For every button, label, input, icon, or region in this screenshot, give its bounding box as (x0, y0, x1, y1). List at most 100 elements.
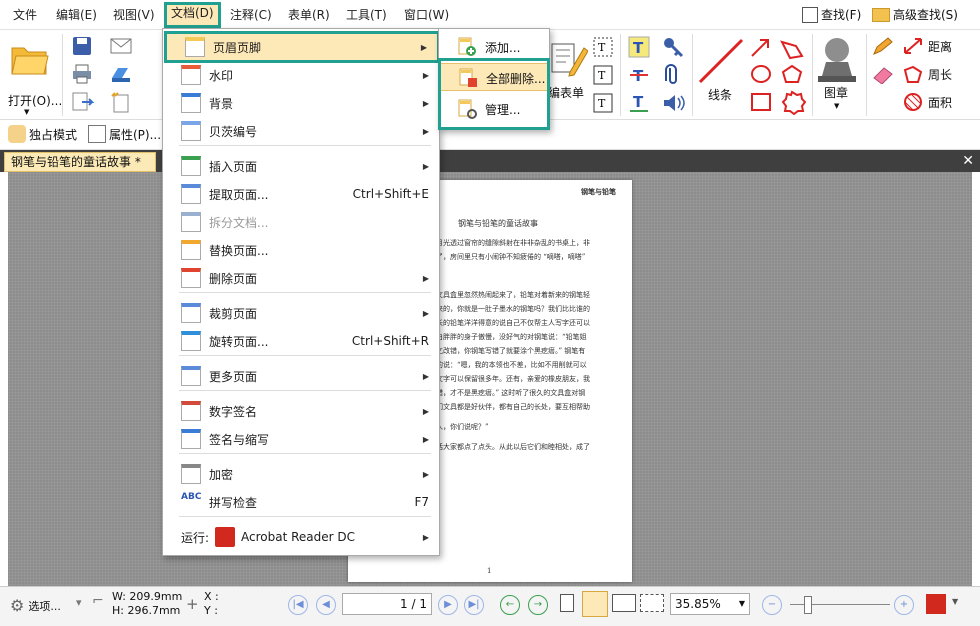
menu-item-signature-initials[interactable]: 签名与缩写 ▶ (163, 425, 439, 453)
continuous-page-icon[interactable] (582, 591, 608, 617)
area-icon[interactable] (902, 92, 924, 112)
menu-separator (179, 453, 431, 454)
stamp-icon[interactable] (812, 34, 862, 84)
page-number-input[interactable]: 1 / 1 (342, 593, 432, 615)
run-app-label: Acrobat Reader DC (241, 530, 355, 544)
submenu-add[interactable]: 添加... (439, 33, 549, 61)
zoom-slider-thumb[interactable] (804, 596, 812, 614)
page-text-line: 白胖胖的身子傲慢，没好气的对钢笔说：“铅笔姐 (436, 333, 587, 341)
eraser-icon[interactable] (872, 64, 894, 84)
cursor-x: X : (204, 590, 219, 603)
text-field-icon[interactable]: T (592, 36, 616, 58)
delete-page-icon (181, 268, 201, 288)
key-icon[interactable] (662, 36, 684, 58)
save-icon[interactable] (72, 36, 92, 56)
menu-separator (179, 292, 431, 293)
menu-form[interactable]: 表单(R) (283, 4, 335, 26)
menu-tools[interactable]: 工具(T) (341, 4, 392, 26)
document-menu: 页眉页脚 ▶ 水印 ▶ 背景 ▶ 贝茨编号 ▶ 插入页面 ▶ 提取页面... Ctrl+Shift+E… (162, 28, 440, 556)
sound-icon[interactable] (662, 92, 686, 114)
zoom-out-icon[interactable]: − (762, 595, 782, 615)
ribbon-divider (620, 34, 621, 116)
extract-page-icon (181, 184, 201, 204)
next-page-icon[interactable]: ▶ (438, 595, 458, 615)
menu-item-delete-pages[interactable]: 删除页面 ▶ (163, 264, 439, 292)
menu-file[interactable]: 文件 (8, 4, 42, 26)
print-icon[interactable] (72, 64, 92, 84)
menu-item-label: 裁剪页面 (209, 306, 258, 321)
menu-item-spell-check[interactable]: ABC 拼写检查 F7 (163, 488, 439, 516)
facing-page-icon[interactable] (612, 594, 636, 612)
menu-item-watermark[interactable]: 水印 ▶ (163, 61, 439, 89)
ribbon-divider (866, 34, 867, 116)
menu-item-rotate-pages[interactable]: 旋转页面... Ctrl+Shift+R (163, 327, 439, 355)
menu-item-replace-pages[interactable]: 替换页面... (163, 236, 439, 264)
line-icon[interactable] (696, 36, 746, 86)
new-document-icon[interactable] (110, 92, 134, 114)
text-box-icon[interactable]: T (592, 64, 616, 86)
pdf-app-icon[interactable] (926, 594, 946, 614)
rotate-page-icon (181, 331, 201, 351)
exclusive-mode-button[interactable]: 独占模式 (8, 125, 77, 143)
single-page-icon[interactable] (560, 594, 574, 612)
zoom-in-icon[interactable]: + (894, 595, 914, 615)
menu-comment[interactable]: 注释(C) (225, 4, 277, 26)
zoom-select[interactable]: 35.85% ▼ (670, 593, 750, 615)
submenu-arrow-icon: ▶ (422, 98, 429, 108)
pencil-icon[interactable] (872, 36, 894, 56)
menu-edit[interactable]: 编辑(E) (51, 4, 102, 26)
search-button[interactable]: 查找(F) (802, 6, 861, 23)
underline-icon[interactable]: T (628, 92, 650, 114)
perimeter-icon[interactable] (902, 64, 924, 84)
first-page-icon[interactable]: |◀ (288, 595, 308, 615)
menu-item-more-pages[interactable]: 更多页面 ▶ (163, 362, 439, 390)
page-width: W: 209.9mm (112, 590, 183, 603)
menu-item-label: 贝茨编号 (209, 124, 258, 139)
attachment-icon[interactable] (662, 64, 684, 86)
menu-item-extract-pages[interactable]: 提取页面... Ctrl+Shift+E (163, 180, 439, 208)
svg-text:T: T (598, 41, 606, 54)
menu-view[interactable]: 视图(V) (108, 4, 160, 26)
callout-icon[interactable]: T (592, 92, 616, 114)
submenu-arrow-icon: ▶ (422, 434, 429, 444)
menu-item-insert-pages[interactable]: 插入页面 ▶ (163, 152, 439, 180)
chevron-down-icon: ▼ (24, 108, 30, 116)
advanced-search-button[interactable]: 高级查找(S) (872, 6, 958, 23)
menu-item-bates-number[interactable]: 贝茨编号 ▶ (163, 117, 439, 145)
strikeout-icon[interactable]: T (628, 64, 650, 86)
menu-document[interactable]: 文档(D) (164, 2, 221, 28)
email-icon[interactable] (110, 36, 134, 56)
folder-open-icon (11, 47, 49, 75)
menu-item-label: 页眉页脚 (213, 40, 262, 55)
menu-item-split-document[interactable]: 拆分文档... (163, 208, 439, 236)
menu-item-digital-signature[interactable]: 数字签名 ▶ (163, 397, 439, 425)
continuous-facing-icon[interactable] (640, 594, 664, 612)
menu-item-encryption[interactable]: 加密 ▶ (163, 460, 439, 488)
scan-icon[interactable] (110, 64, 134, 84)
acrobat-icon (215, 527, 235, 547)
menu-item-crop-pages[interactable]: 裁剪页面 ▶ (163, 299, 439, 327)
document-tab[interactable]: 钢笔与铅笔的童话故事 * (4, 152, 156, 172)
previous-page-icon[interactable]: ◀ (316, 595, 336, 615)
export-icon[interactable] (72, 92, 96, 112)
form-edit-icon[interactable] (548, 38, 588, 78)
menu-item-background[interactable]: 背景 ▶ (163, 89, 439, 117)
menu-window[interactable]: 窗口(W) (399, 4, 454, 26)
properties-button[interactable]: 属性(P)... (88, 125, 161, 143)
last-page-icon[interactable]: ▶| (464, 595, 484, 615)
open-button[interactable]: 打开(O)... ▼ (6, 38, 62, 116)
ribbon-divider (62, 34, 63, 116)
distance-icon[interactable] (902, 36, 924, 56)
zoom-value: 35.85% (675, 597, 721, 611)
menu-item-run-with[interactable]: 运行: Acrobat Reader DC ▶ (163, 523, 439, 551)
area-label: 面积 (928, 96, 953, 110)
back-icon[interactable]: ← (500, 595, 520, 615)
menu-item-header-footer[interactable]: 页眉页脚 ▶ (164, 31, 440, 63)
typewriter-icon[interactable]: T (628, 36, 650, 58)
forward-icon[interactable]: → (528, 595, 548, 615)
insert-page-icon (181, 156, 201, 176)
close-tab-icon[interactable]: ✕ (962, 153, 974, 169)
more-pages-icon (181, 366, 201, 386)
options-button[interactable]: ⚙ 选项... (10, 596, 61, 615)
shapes-icon[interactable] (748, 36, 806, 116)
